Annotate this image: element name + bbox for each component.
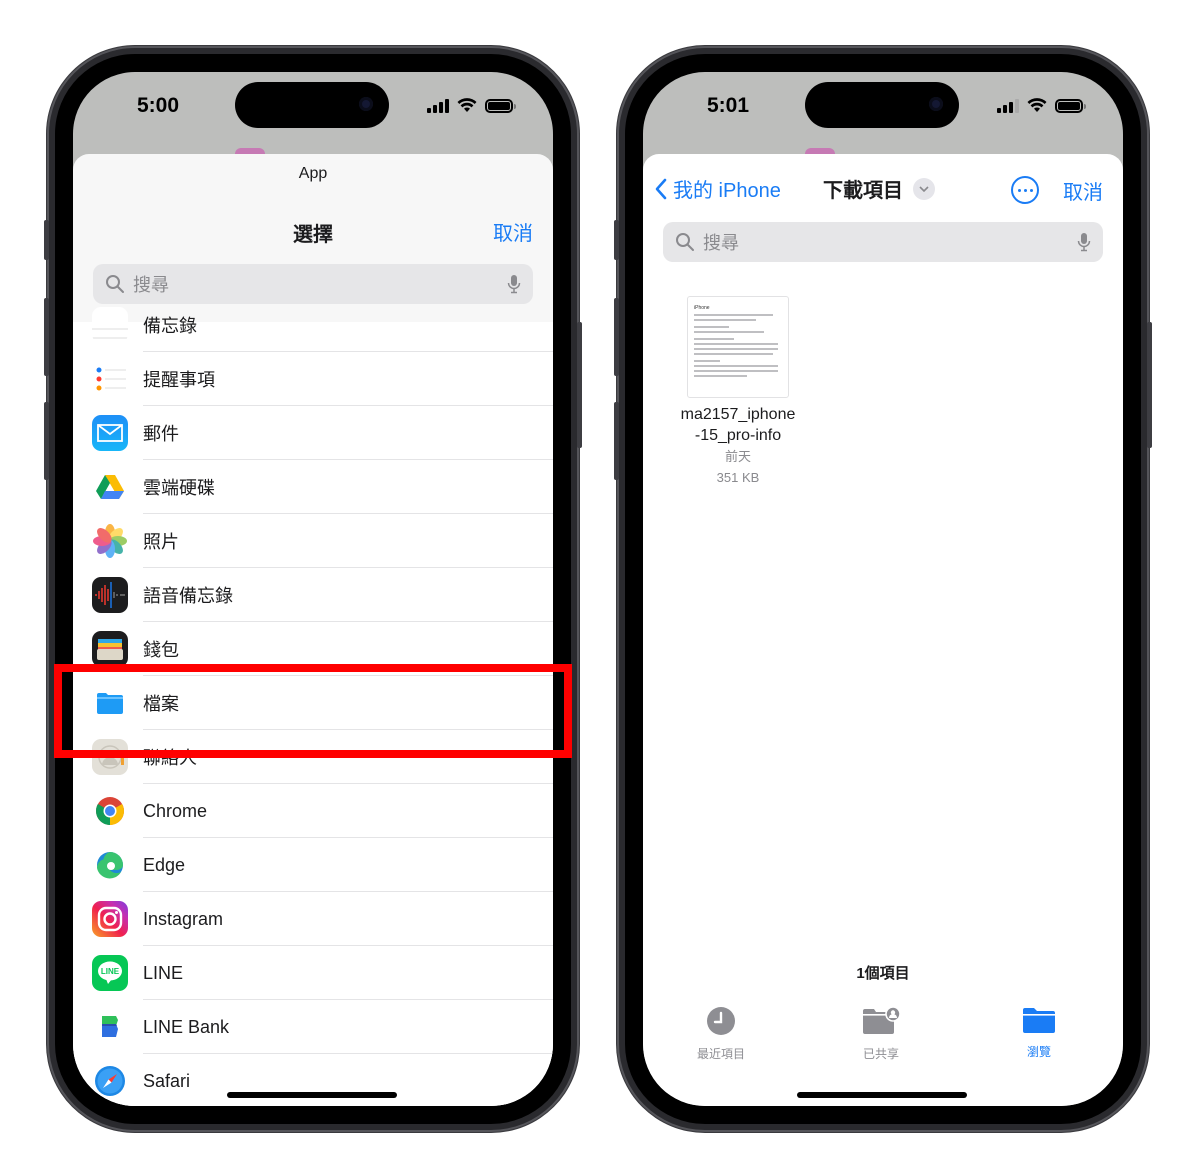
search-input[interactable]: 搜尋 [663, 222, 1103, 262]
status-time: 5:01 [707, 94, 750, 117]
contacts-icon [92, 739, 128, 775]
phone-frame-right: 5:01 我的 iPhone 下載項目 取消 搜尋 iPhone ma2157_… [614, 46, 1152, 1132]
app-row-chrome[interactable]: Chrome [73, 784, 553, 838]
screen-right: 5:01 我的 iPhone 下載項目 取消 搜尋 iPhone ma2157_… [643, 72, 1123, 1106]
app-row-files[interactable]: 檔案 [73, 676, 553, 730]
sheet-title: 選擇 [293, 224, 333, 246]
folder-title-menu[interactable]: 下載項目 [823, 174, 935, 203]
item-count: 1個項目 [856, 965, 910, 982]
volume-up-button [614, 298, 619, 376]
app-picker-sheet: App 選擇 取消 搜尋 備忘錄 提醒事項 郵件 雲端硬碟 照片 語音備忘錄 錢… [73, 154, 553, 1106]
instagram-icon [92, 901, 128, 937]
volume-up-button [44, 298, 49, 376]
status-time: 5:00 [137, 94, 180, 117]
app-row-line[interactable]: LINE LINE [73, 946, 553, 1000]
app-row-voice-memos[interactable]: 語音備忘錄 [73, 568, 553, 622]
app-row-reminders[interactable]: 提醒事項 [73, 352, 553, 406]
file-item[interactable]: iPhone ma2157_iphone -15_pro-info 前天 351… [671, 296, 805, 488]
files-browser-sheet: 我的 iPhone 下載項目 取消 搜尋 iPhone ma2157_iphon… [643, 154, 1123, 1106]
tab-recents[interactable]: 最近項目 [671, 1006, 771, 1062]
app-row-line-bank[interactable]: LINE Bank [73, 1000, 553, 1054]
microphone-icon[interactable] [507, 274, 521, 294]
google-drive-icon [92, 469, 128, 505]
nav-bar: 我的 iPhone 下載項目 取消 [643, 168, 1123, 208]
folder-icon [1023, 1008, 1055, 1033]
mail-icon [92, 415, 128, 451]
action-button [44, 220, 49, 260]
volume-down-button [614, 402, 619, 480]
line-icon: LINE [92, 955, 128, 991]
app-row-google-drive[interactable]: 雲端硬碟 [73, 460, 553, 514]
volume-down-button [44, 402, 49, 480]
battery-icon [485, 98, 516, 113]
tab-shared[interactable]: 已共享 [831, 1006, 931, 1062]
search-icon [106, 275, 124, 293]
action-button [614, 220, 619, 260]
notes-icon [92, 307, 128, 343]
sheet-subtitle: App [298, 165, 328, 182]
photos-icon [92, 523, 128, 559]
tab-browse[interactable]: 瀏覽 [989, 1006, 1089, 1060]
file-size: 351 KB [716, 470, 760, 485]
cellular-signal-icon [427, 98, 449, 113]
reminders-icon [92, 361, 128, 397]
back-button[interactable]: 我的 iPhone [655, 174, 781, 203]
wifi-icon [457, 98, 477, 112]
chevron-down-icon [913, 177, 935, 200]
dynamic-island [805, 82, 959, 128]
tab-bar: 最近項目 已共享 瀏覽 [643, 1006, 1123, 1076]
file-date: 前天 [724, 449, 751, 464]
cellular-signal-icon [997, 98, 1019, 113]
file-thumbnail: iPhone [687, 296, 789, 398]
clock-icon [707, 1007, 735, 1035]
wifi-icon [1027, 98, 1047, 112]
phone-frame-left: 5:00 App 選擇 取消 搜尋 備忘錄 提醒事項 郵件 雲端硬碟 照片 語音… [44, 46, 582, 1132]
battery-icon [1055, 98, 1086, 113]
dynamic-island [235, 82, 389, 128]
cancel-button[interactable]: 取消 [493, 217, 533, 246]
chevron-left-icon [655, 178, 667, 199]
screen-left: 5:00 App 選擇 取消 搜尋 備忘錄 提醒事項 郵件 雲端硬碟 照片 語音… [73, 72, 553, 1106]
search-icon [676, 233, 694, 251]
file-name: ma2157_iphone -15_pro-info [680, 406, 796, 444]
home-indicator[interactable] [227, 1092, 397, 1098]
line-bank-icon [92, 1009, 128, 1045]
files-icon [92, 685, 128, 721]
status-bar: 5:00 [73, 72, 553, 142]
edge-icon [92, 847, 128, 883]
microphone-icon[interactable] [1077, 232, 1091, 252]
status-bar: 5:01 [643, 72, 1123, 142]
app-row-safari[interactable]: Safari [73, 1054, 553, 1106]
app-row-notes[interactable]: 備忘錄 [73, 298, 553, 352]
app-row-contacts[interactable]: 聯絡人 [73, 730, 553, 784]
wallet-icon [92, 631, 128, 667]
safari-icon [92, 1063, 128, 1099]
home-indicator[interactable] [797, 1092, 967, 1098]
app-row-mail[interactable]: 郵件 [73, 406, 553, 460]
more-options-icon[interactable] [1011, 176, 1039, 204]
app-row-edge[interactable]: Edge [73, 838, 553, 892]
folder-title: 下載項目 [823, 180, 903, 202]
app-row-wallet[interactable]: 錢包 [73, 622, 553, 676]
shared-folder-icon [863, 1006, 901, 1034]
svg-text:LINE: LINE [101, 967, 120, 976]
app-list: 備忘錄 提醒事項 郵件 雲端硬碟 照片 語音備忘錄 錢包 檔案 聯絡人 Chro… [73, 307, 553, 1106]
chrome-icon [92, 793, 128, 829]
power-button [1147, 322, 1152, 448]
power-button [577, 322, 582, 448]
voice-memos-icon [92, 577, 128, 613]
app-row-instagram[interactable]: Instagram [73, 892, 553, 946]
cancel-button[interactable]: 取消 [1063, 176, 1103, 205]
app-row-photos[interactable]: 照片 [73, 514, 553, 568]
